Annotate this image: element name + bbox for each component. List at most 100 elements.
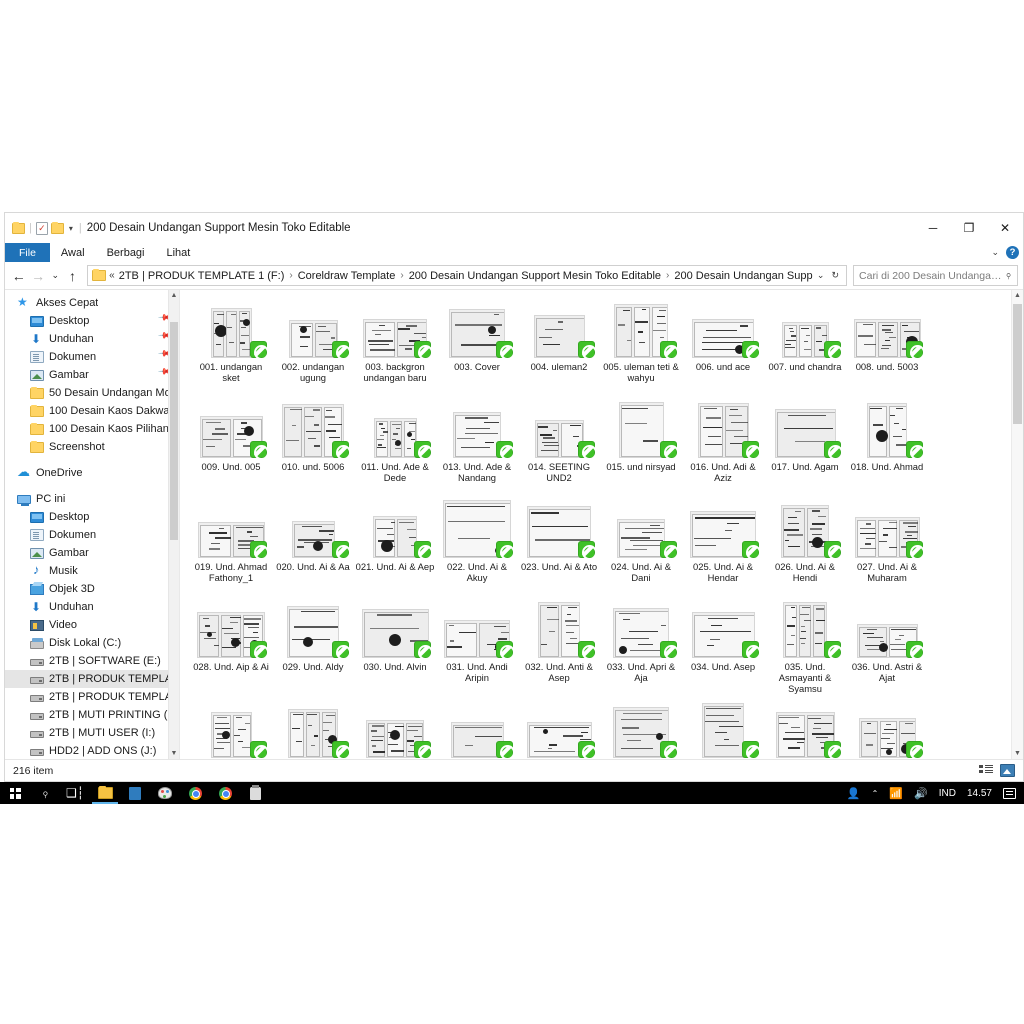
sidebar-item-drive-j[interactable]: HDD2 | ADD ONS (J:) <box>5 742 179 759</box>
help-button[interactable]: ? <box>1006 246 1019 259</box>
file-item[interactable]: 021. Und. Ai & Aep <box>354 496 436 596</box>
maximize-button[interactable]: ❐ <box>951 213 987 243</box>
scroll-down-icon[interactable]: ▼ <box>169 750 179 757</box>
tab-awal[interactable]: Awal <box>50 243 96 262</box>
search-button[interactable]: ⌕ <box>30 782 60 804</box>
file-item[interactable] <box>600 696 682 759</box>
sidebar-item-pc-dokumen[interactable]: Dokumen <box>5 526 179 544</box>
recent-locations-button[interactable]: ⌄ <box>49 271 62 280</box>
volume-icon[interactable]: 🔊 <box>914 787 928 800</box>
chevron-down-icon[interactable]: ▾ <box>67 224 75 233</box>
file-item[interactable]: 020. Und. Ai & Aa <box>272 496 354 596</box>
file-item[interactable]: 007. und chandra <box>764 296 846 396</box>
file-item[interactable]: 005. uleman teti & wahyu <box>600 296 682 396</box>
sidebar-item-unduhan[interactable]: Unduhan 📌 <box>5 330 179 348</box>
breadcrumb-bar[interactable]: « 2TB | PRODUK TEMPLATE 1 (F:) › Coreldr… <box>87 265 847 286</box>
breadcrumb-separator-2[interactable]: › <box>663 270 672 281</box>
properties-checkmark-icon[interactable] <box>36 222 48 235</box>
close-button[interactable]: ✕ <box>987 213 1023 243</box>
breadcrumb-item-0[interactable]: 2TB | PRODUK TEMPLATE 1 (F:) <box>119 270 285 282</box>
navigation-pane-scrollbar[interactable]: ▲ ▼ <box>168 290 179 759</box>
file-item[interactable] <box>764 696 846 759</box>
usb-device-button[interactable] <box>240 782 270 804</box>
file-item[interactable]: 001. undangan sket <box>190 296 272 396</box>
breadcrumb-item-2[interactable]: 200 Desain Undangan Support Mesin Toko E… <box>409 270 661 282</box>
sidebar-item-pc-desktop[interactable]: Desktop <box>5 508 179 526</box>
file-item[interactable] <box>518 696 600 759</box>
file-item[interactable]: 027. Und. Ai & Muharam <box>846 496 928 596</box>
chevron-up-icon[interactable]: ⌃ <box>872 789 879 798</box>
file-item[interactable]: 011. Und. Ade & Dede <box>354 396 436 496</box>
sidebar-item-drive-g[interactable]: 2TB | PRODUK TEMPLATE 2 (G:) <box>5 688 179 706</box>
file-item[interactable]: 040. Und. Cucu & Rizal <box>436 696 518 759</box>
sidebar-group-onedrive[interactable]: OneDrive <box>5 464 179 482</box>
scrollbar-thumb[interactable] <box>1013 304 1022 424</box>
folder-icon[interactable] <box>12 223 25 234</box>
breadcrumb-overflow[interactable]: « <box>109 270 117 281</box>
details-view-button[interactable] <box>979 764 994 777</box>
breadcrumb-separator-1[interactable]: › <box>397 270 406 281</box>
file-explorer-button[interactable] <box>90 782 120 804</box>
file-item[interactable] <box>846 696 928 759</box>
language-indicator[interactable]: IND <box>939 788 956 799</box>
file-item[interactable]: 004. uleman2 <box>518 296 600 396</box>
file-item[interactable]: 023. Und. Ai & Ato <box>518 496 600 596</box>
breadcrumb-item-1[interactable]: Coreldraw Template <box>298 270 396 282</box>
minimize-button[interactable]: ─ <box>915 213 951 243</box>
file-list-scrollbar[interactable]: ▲ ▼ <box>1011 290 1023 759</box>
start-button[interactable] <box>0 782 30 804</box>
up-button[interactable]: ↑ <box>64 269 81 283</box>
task-view-button[interactable]: ❑┆ <box>60 782 90 804</box>
file-item[interactable]: 028. Und. Aip & Ai <box>190 596 272 696</box>
breadcrumb-item-3[interactable]: 200 Desain Undangan Support Mesin Toko E… <box>674 270 813 282</box>
sidebar-item-drive-i[interactable]: 2TB | MUTI USER (I:) <box>5 724 179 742</box>
sidebar-item-100-kaos-dakwah[interactable]: 100 Desain Kaos Dakwah Terlaris <box>5 402 179 420</box>
file-item[interactable]: 033. Und. Apri & Aja <box>600 596 682 696</box>
file-item[interactable]: 003. backgron undangan baru <box>354 296 436 396</box>
chevron-down-icon[interactable]: ⌄ <box>817 270 825 281</box>
tab-berbagi[interactable]: Berbagi <box>96 243 156 262</box>
sidebar-item-drive-h[interactable]: 2TB | MUTI PRINTING (H:) <box>5 706 179 724</box>
tab-lihat[interactable]: Lihat <box>156 243 202 262</box>
file-item[interactable]: 014. SEETING UND2 <box>518 396 600 496</box>
file-item[interactable]: 035. Und. Asmayanti & Syamsu <box>764 596 846 696</box>
file-item[interactable]: 015. und nirsyad <box>600 396 682 496</box>
scrollbar-thumb[interactable] <box>170 322 178 540</box>
sidebar-item-gambar[interactable]: Gambar 📌 <box>5 366 179 384</box>
new-folder-icon[interactable] <box>51 223 64 234</box>
scroll-up-icon[interactable]: ▲ <box>169 292 179 299</box>
file-item[interactable]: 036. Und. Astri & Ajat <box>846 596 928 696</box>
sidebar-item-disk-lokal-c[interactable]: Disk Lokal (C:) <box>5 634 179 652</box>
clock[interactable]: 14.57 <box>967 788 992 799</box>
chevron-down-icon[interactable]: ⌄ <box>991 247 999 258</box>
file-item[interactable]: 025. Und. Ai & Hendar <box>682 496 764 596</box>
tab-file[interactable]: File <box>5 243 50 262</box>
file-item[interactable]: 030. Und. Alvin <box>354 596 436 696</box>
file-item[interactable]: 002. undangan ugung <box>272 296 354 396</box>
file-item[interactable]: 009. Und. 005 <box>190 396 272 496</box>
file-item[interactable]: 003. Cover <box>436 296 518 396</box>
sidebar-item-dokumen[interactable]: Dokumen 📌 <box>5 348 179 366</box>
sidebar-item-drive-e[interactable]: 2TB | SOFTWARE (E:) <box>5 652 179 670</box>
file-item[interactable]: 029. Und. Aldy <box>272 596 354 696</box>
back-button[interactable]: ← <box>10 269 27 283</box>
sidebar-item-pc-musik[interactable]: Musik <box>5 562 179 580</box>
chrome-button-2[interactable] <box>210 782 240 804</box>
refresh-icon[interactable]: ↻ <box>831 270 839 281</box>
file-item[interactable]: 010. und. 5006 <box>272 396 354 496</box>
sidebar-item-pc-unduhan[interactable]: Unduhan <box>5 598 179 616</box>
scroll-up-icon[interactable]: ▲ <box>1012 292 1023 299</box>
file-item[interactable]: 039. Und. Cucu & Bihaki_1 <box>354 696 436 759</box>
search-box[interactable]: Cari di 200 Desain Undangan ... ⌕ <box>853 265 1018 286</box>
people-icon[interactable]: 👤 <box>847 787 861 800</box>
sidebar-item-drive-f[interactable]: 2TB | PRODUK TEMPLATE 1 (F:) <box>5 670 179 688</box>
sidebar-item-100-kaos-pilihan[interactable]: 100 Desain Kaos Pilihan 5 Katego <box>5 420 179 438</box>
file-item[interactable]: 018. Und. Ahmad <box>846 396 928 496</box>
file-item[interactable]: 017. Und. Agam <box>764 396 846 496</box>
file-item[interactable]: 032. Und. Anti & Asep <box>518 596 600 696</box>
file-item[interactable]: 013. Und. Ade & Nandang <box>436 396 518 496</box>
scroll-down-icon[interactable]: ▼ <box>1012 750 1023 757</box>
search-input[interactable]: Cari di 200 Desain Undangan ... <box>859 270 1006 282</box>
file-item[interactable]: 026. Und. Ai & Hendi <box>764 496 846 596</box>
file-item[interactable]: 019. Und. Ahmad Fathony_1 <box>190 496 272 596</box>
